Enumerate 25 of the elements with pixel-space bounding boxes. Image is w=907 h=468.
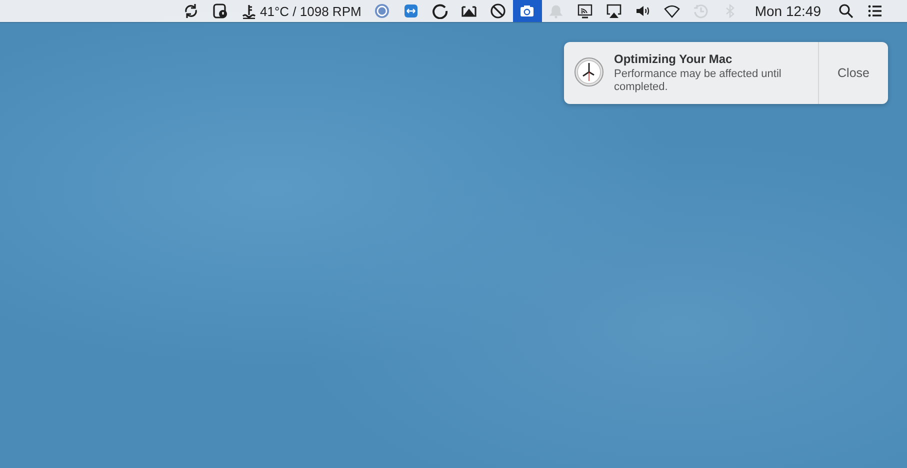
wifi-icon (664, 3, 680, 19)
menu-list-icon (866, 3, 882, 19)
menu-bar-item[interactable]: 41°C / 1098 RPM (234, 0, 368, 22)
cast-screen-icon (577, 3, 594, 19)
no-entry-icon (490, 3, 506, 19)
history-clock-icon (693, 3, 710, 19)
volume-icon (635, 3, 652, 19)
close-button[interactable]: Close (818, 42, 888, 104)
clock-icon (574, 57, 604, 87)
menu-bar-item[interactable] (512, 0, 542, 22)
menu-bar-clock[interactable]: Mon 12:49 (744, 0, 831, 22)
notification-title: Optimizing Your Mac (614, 52, 734, 66)
sync-icon (183, 3, 200, 19)
phone-alert-icon (212, 3, 228, 19)
thermometer-icon (241, 3, 258, 19)
airplay-icon (606, 3, 622, 19)
circle-logo-icon (374, 3, 390, 19)
temperature-fan-reading: 41°C / 1098 RPM (260, 4, 362, 18)
ring-icon (432, 3, 448, 19)
bell-icon (548, 3, 564, 19)
search-icon (838, 3, 854, 19)
tray-icon (461, 3, 478, 19)
camera-icon (519, 3, 536, 19)
notification-message: Performance may be affected until completed. (614, 68, 782, 94)
arrows-logo-icon (403, 3, 420, 19)
